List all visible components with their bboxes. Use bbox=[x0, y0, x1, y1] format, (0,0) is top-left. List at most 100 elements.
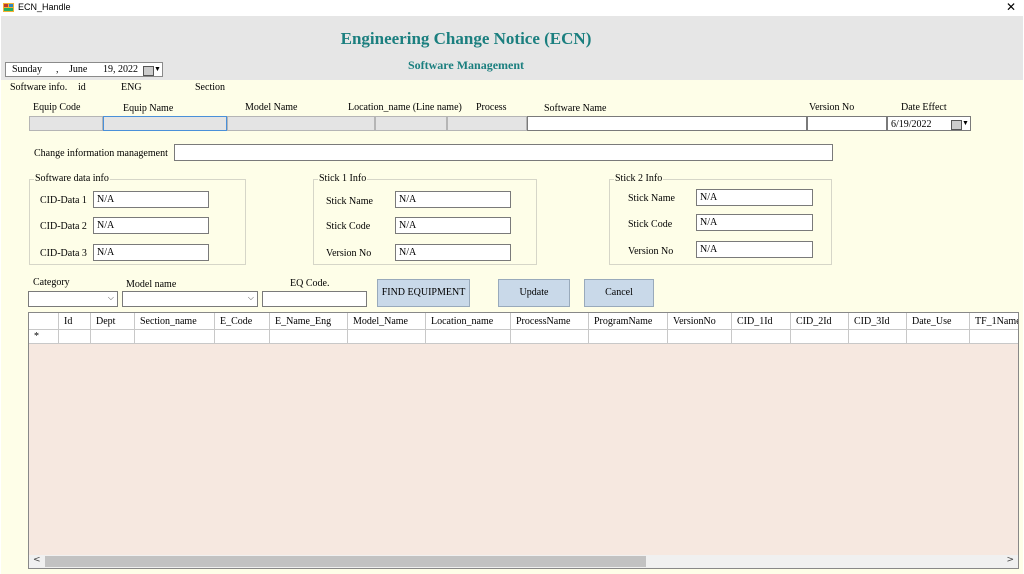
chevron-down-icon: ⌵ bbox=[107, 293, 114, 302]
stick1-legend: Stick 1 Info bbox=[318, 173, 368, 184]
stick2-code-input[interactable]: N/A bbox=[696, 214, 813, 231]
location-name-field bbox=[375, 116, 447, 131]
table-cell[interactable] bbox=[348, 330, 426, 344]
calendar-icon[interactable] bbox=[951, 120, 962, 130]
window-titlebar bbox=[0, 0, 1024, 16]
column-header-process-name[interactable]: ProcessName bbox=[511, 313, 589, 330]
close-icon[interactable]: ✕ bbox=[1006, 0, 1016, 15]
stick1-code-input[interactable]: N/A bbox=[395, 217, 511, 234]
column-header-e-name-eng[interactable]: E_Name_Eng bbox=[270, 313, 348, 330]
id-label: id bbox=[78, 82, 86, 93]
model-name-label: Model name bbox=[126, 279, 177, 290]
stick2-version-input[interactable]: N/A bbox=[696, 241, 813, 258]
stick2-legend: Stick 2 Info bbox=[614, 173, 664, 184]
stick1-name-label: Stick Name bbox=[326, 196, 373, 207]
eng-label: ENG bbox=[121, 82, 142, 93]
scroll-left-arrow-icon[interactable]: < bbox=[33, 555, 41, 565]
table-cell[interactable] bbox=[91, 330, 135, 344]
column-header-id[interactable]: Id bbox=[59, 313, 91, 330]
equipment-grid[interactable]: Id Dept Section_name E_Code E_Name_Eng M… bbox=[28, 312, 1019, 569]
change-info-label: Change information management bbox=[34, 148, 168, 159]
table-cell[interactable] bbox=[791, 330, 849, 344]
software-name-input[interactable] bbox=[527, 116, 807, 131]
process-header: Process bbox=[476, 102, 507, 113]
table-cell[interactable] bbox=[511, 330, 589, 344]
window-title: ECN_Handle bbox=[18, 2, 71, 12]
version-no-header: Version No bbox=[809, 102, 855, 113]
scroll-right-arrow-icon[interactable]: > bbox=[1006, 555, 1014, 565]
table-cell[interactable] bbox=[59, 330, 91, 344]
software-info-label: Software info. bbox=[10, 82, 68, 93]
table-cell[interactable] bbox=[589, 330, 668, 344]
column-header-cid-3id[interactable]: CID_3Id bbox=[849, 313, 907, 330]
column-header-version-no[interactable]: VersionNo bbox=[668, 313, 732, 330]
column-header-tf-1name[interactable]: TF_1Name bbox=[970, 313, 1018, 330]
page-title: Engineering Change Notice (ECN) bbox=[340, 29, 592, 48]
cid-data-2-input[interactable]: N/A bbox=[93, 217, 209, 234]
software-name-header: Software Name bbox=[544, 103, 607, 114]
stick1-version-label: Version No bbox=[326, 248, 372, 259]
chevron-down-icon[interactable]: ▼ bbox=[154, 65, 161, 73]
cid-data-1-label: CID-Data 1 bbox=[40, 195, 87, 206]
cid-data-3-label: CID-Data 3 bbox=[40, 248, 87, 259]
calendar-icon[interactable] bbox=[143, 66, 154, 76]
date-effect-header: Date Effect bbox=[901, 102, 947, 113]
cid-data-3-input[interactable]: N/A bbox=[93, 244, 209, 261]
model-name-select[interactable]: ⌵ bbox=[122, 291, 258, 307]
model-name-header: Model Name bbox=[245, 102, 298, 113]
date-day-year: 19, 2022 bbox=[103, 64, 138, 75]
equip-code-header: Equip Code bbox=[33, 102, 81, 113]
app-icon bbox=[3, 3, 14, 12]
equip-code-field bbox=[29, 116, 103, 131]
column-header-location-name[interactable]: Location_name bbox=[426, 313, 511, 330]
stick2-code-label: Stick Code bbox=[628, 219, 673, 230]
horizontal-scrollbar[interactable]: < > bbox=[29, 555, 1018, 568]
stick2-name-input[interactable]: N/A bbox=[696, 189, 813, 206]
date-separator: , bbox=[56, 64, 59, 75]
table-cell[interactable] bbox=[732, 330, 791, 344]
software-data-legend: Software data info bbox=[34, 173, 110, 184]
stick2-version-label: Version No bbox=[628, 246, 674, 257]
column-header-cid-1id[interactable]: CID_1Id bbox=[732, 313, 791, 330]
column-header-program-name[interactable]: ProgramName bbox=[589, 313, 668, 330]
category-select[interactable]: ⌵ bbox=[28, 291, 118, 307]
new-row-marker: * bbox=[29, 330, 59, 344]
column-header-model-name[interactable]: Model_Name bbox=[348, 313, 426, 330]
table-cell[interactable] bbox=[135, 330, 215, 344]
scrollbar-thumb[interactable] bbox=[45, 556, 646, 567]
column-header-dept[interactable]: Dept bbox=[91, 313, 135, 330]
model-name-field bbox=[227, 116, 375, 131]
table-cell[interactable] bbox=[907, 330, 970, 344]
date-weekday: Sunday bbox=[12, 64, 42, 75]
chevron-down-icon: ⌵ bbox=[247, 293, 254, 302]
table-cell[interactable] bbox=[970, 330, 1018, 344]
cid-data-1-input[interactable]: N/A bbox=[93, 191, 209, 208]
chevron-down-icon[interactable]: ▼ bbox=[962, 119, 969, 127]
date-picker[interactable]: Sunday , June 19, 2022 ▼ bbox=[5, 62, 163, 77]
section-label: Section bbox=[195, 82, 225, 93]
column-header-e-code[interactable]: E_Code bbox=[215, 313, 270, 330]
table-cell[interactable] bbox=[849, 330, 907, 344]
column-header-cid-2id[interactable]: CID_2Id bbox=[791, 313, 849, 330]
date-effect-value: 6/19/2022 bbox=[891, 119, 932, 130]
column-header-section-name[interactable]: Section_name bbox=[135, 313, 215, 330]
table-cell[interactable] bbox=[668, 330, 732, 344]
date-effect-picker[interactable]: 6/19/2022 ▼ bbox=[887, 116, 971, 131]
stick2-name-label: Stick Name bbox=[628, 193, 675, 204]
date-month: June bbox=[69, 64, 88, 75]
cancel-button[interactable]: Cancel bbox=[584, 279, 654, 307]
change-info-input[interactable] bbox=[174, 144, 833, 161]
column-header-date-use[interactable]: Date_Use bbox=[907, 313, 970, 330]
table-cell[interactable] bbox=[270, 330, 348, 344]
table-cell[interactable] bbox=[215, 330, 270, 344]
table-cell[interactable] bbox=[426, 330, 511, 344]
stick1-name-input[interactable]: N/A bbox=[395, 191, 511, 208]
row-header-corner bbox=[29, 313, 59, 330]
stick1-version-input[interactable]: N/A bbox=[395, 244, 511, 261]
find-equipment-button[interactable]: FIND EQUIPMENT bbox=[377, 279, 470, 307]
eq-code-input[interactable] bbox=[262, 291, 367, 307]
version-no-input[interactable] bbox=[807, 116, 887, 131]
equip-name-header: Equip Name bbox=[123, 103, 174, 114]
category-label: Category bbox=[33, 277, 70, 288]
update-button[interactable]: Update bbox=[498, 279, 570, 307]
